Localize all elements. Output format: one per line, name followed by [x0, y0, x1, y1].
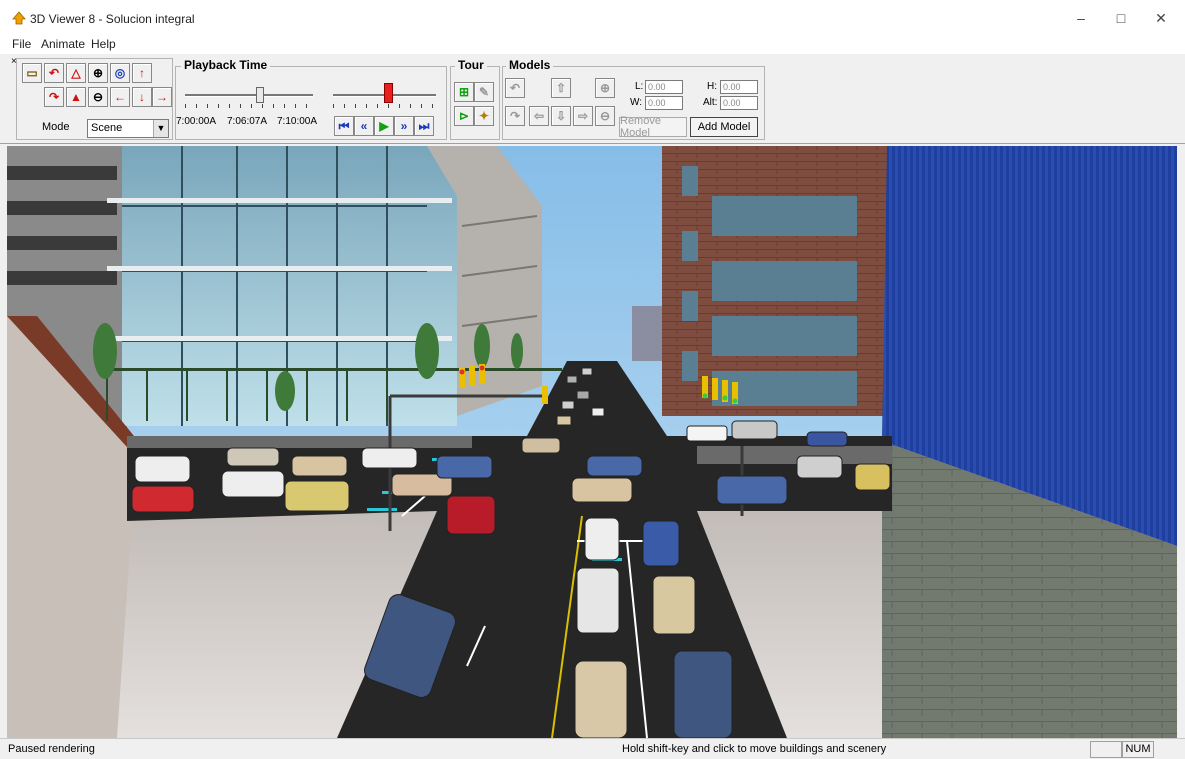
speed-ticks — [333, 104, 436, 108]
length-label: L: — [635, 81, 644, 92]
width-field[interactable]: 0.00 — [645, 96, 683, 110]
chevron-down-icon: ▼ — [153, 120, 168, 137]
playback-time-slider[interactable] — [185, 94, 313, 97]
rotate-left-icon[interactable]: ↶ — [44, 63, 64, 83]
menu-help[interactable]: Help — [91, 37, 116, 51]
title-bar: 3D Viewer 8 - Solucion integral – □ ✕ — [0, 0, 1185, 34]
num-lock-indicator: NUM — [1122, 741, 1154, 758]
edit-tour-icon: ✎ — [474, 82, 494, 102]
status-bar: Paused rendering Hold shift-key and clic… — [0, 738, 1185, 759]
add-tour-stop-icon[interactable]: ⊞ — [454, 82, 474, 102]
mode-select-value: Scene — [91, 122, 123, 134]
time-current: 7:06:07A — [227, 116, 268, 127]
playback-time-thumb[interactable] — [256, 87, 265, 103]
tour-settings-icon[interactable]: ✦ — [474, 106, 494, 126]
add-model-button[interactable]: Add Model — [690, 117, 758, 137]
altitude-field[interactable]: 0.00 — [720, 96, 758, 110]
length-field[interactable]: 0.00 — [645, 80, 683, 94]
tilt-up-icon[interactable]: △ — [66, 63, 86, 83]
tour-group — [450, 66, 500, 140]
close-button[interactable]: ✕ — [1141, 6, 1181, 30]
status-pane-empty — [1090, 741, 1122, 758]
move-left-icon[interactable]: ← — [110, 87, 130, 107]
skip-start-icon[interactable]: ⏮ — [334, 116, 354, 136]
time-start: 7:00:00A — [176, 116, 217, 127]
altitude-label: Alt: — [703, 97, 718, 108]
restore-button[interactable]: □ — [1101, 6, 1141, 30]
tour-label: Tour — [455, 58, 487, 72]
app-icon — [12, 11, 26, 25]
city-scene — [7, 146, 1177, 738]
model-zoom-out-icon: ⊖ — [595, 106, 615, 126]
model-rotate-left-icon: ↶ — [505, 78, 525, 98]
playback-ticks — [185, 104, 313, 108]
status-text: Paused rendering — [8, 743, 95, 755]
remove-model-button: Remove Model — [619, 115, 687, 139]
move-up-icon[interactable]: ↑ — [132, 63, 152, 83]
playback-speed-thumb[interactable] — [383, 83, 393, 103]
skip-end-icon[interactable]: ⏭ — [414, 116, 434, 136]
model-left-icon: ⇦ — [529, 106, 549, 126]
time-end: 7:10:00A — [277, 116, 318, 127]
rewind-icon[interactable]: « — [354, 116, 374, 136]
model-zoom-in-icon: ⊕ — [595, 78, 615, 98]
window-title: 3D Viewer 8 - Solucion integral — [30, 12, 195, 26]
zoom-search-icon[interactable]: ◎ — [110, 63, 130, 83]
tilt-down-icon[interactable]: ▲ — [66, 87, 86, 107]
model-down-icon: ⇩ — [551, 106, 571, 126]
zoom-out-icon[interactable]: ⊖ — [88, 87, 108, 107]
toolbar: × ▭ ↶ △ ⊕ ◎ ↑ ↷ ▲ ⊖ ← ↓ → Mode Scene ▼ P… — [0, 54, 1185, 144]
height-label: H: — [707, 81, 717, 92]
rotate-right-icon[interactable]: ↷ — [44, 87, 64, 107]
menu-bar: File Animate Help — [0, 34, 1185, 54]
model-rotate-right-icon: ↷ — [505, 106, 525, 126]
minimize-button[interactable]: – — [1061, 6, 1101, 30]
models-label: Models — [506, 58, 554, 72]
mode-select[interactable]: Scene ▼ — [87, 119, 169, 138]
fast-forward-icon[interactable]: » — [394, 116, 414, 136]
status-hint: Hold shift-key and click to move buildin… — [622, 743, 887, 755]
height-field[interactable]: 0.00 — [720, 80, 758, 94]
open-folder-icon[interactable]: ▭ — [22, 63, 42, 83]
scene-viewport[interactable] — [7, 146, 1177, 738]
menu-animate[interactable]: Animate — [41, 37, 85, 51]
play-tour-icon[interactable]: ⊳ — [454, 106, 474, 126]
mode-label: Mode — [42, 121, 70, 133]
playback-time-label: Playback Time — [181, 58, 271, 72]
menu-file[interactable]: File — [12, 37, 31, 51]
width-label: W: — [630, 97, 643, 108]
zoom-in-icon[interactable]: ⊕ — [88, 63, 108, 83]
move-down-icon[interactable]: ↓ — [132, 87, 152, 107]
move-right-icon[interactable]: → — [152, 87, 172, 107]
model-right-icon: ⇨ — [573, 106, 593, 126]
model-up-icon: ⇧ — [551, 78, 571, 98]
play-icon[interactable]: ▶ — [374, 116, 394, 136]
